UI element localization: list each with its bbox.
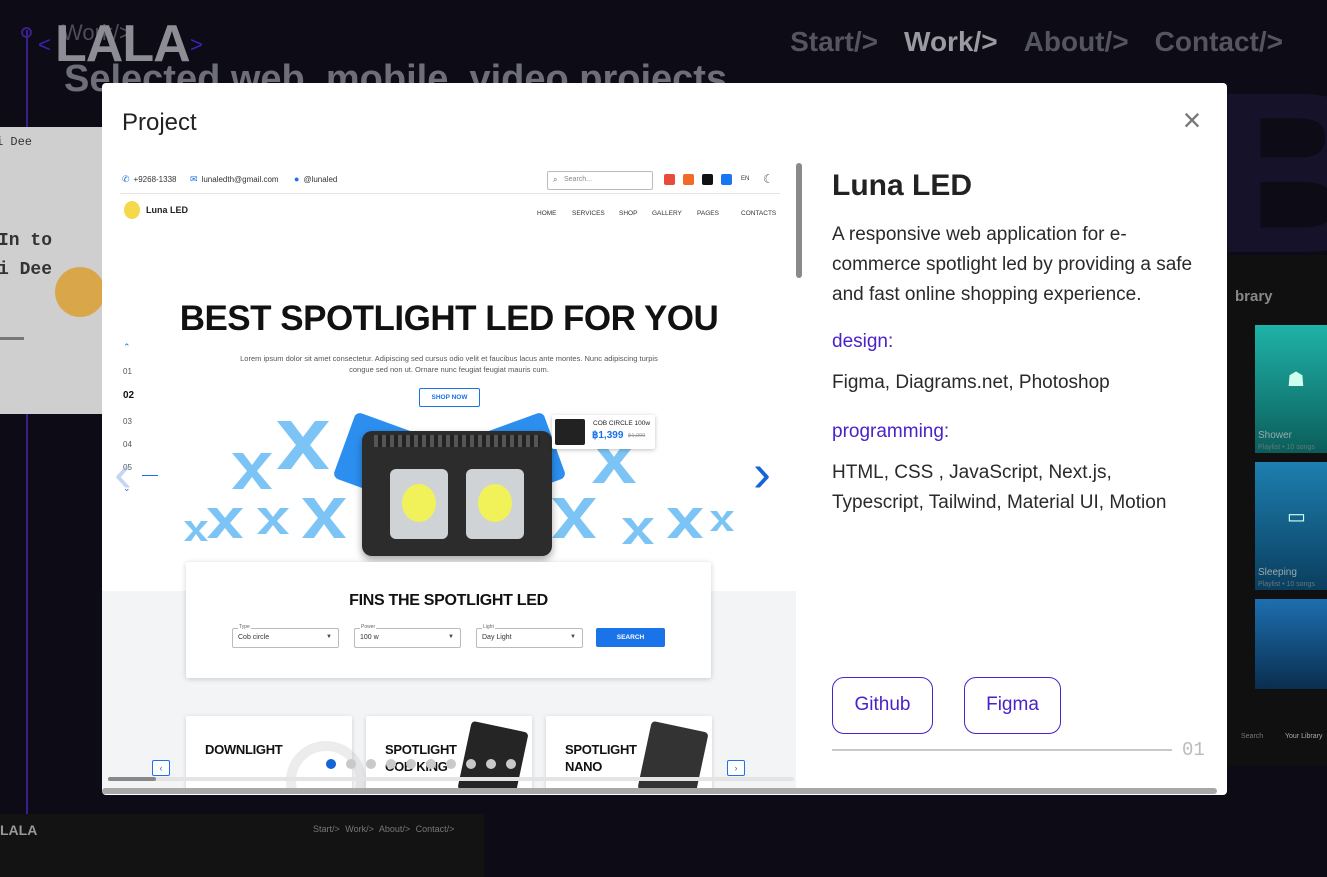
left-card-illustration [55, 267, 104, 317]
shower-icon: ☗ [1287, 369, 1305, 391]
project-name: Luna LED [832, 169, 972, 202]
timeline-dot [21, 27, 32, 38]
site-hero-title: BEST SPOTLIGHT LED FOR YOU [179, 299, 719, 338]
project-modal: Project × ✆ +9268-1338 ✉ lunaledth@gmail.c… [102, 83, 1227, 795]
site-filter-light: Light Day Light ▼ [476, 624, 583, 648]
carousel-prev-button[interactable]: ‹ [114, 446, 132, 500]
figma-button[interactable]: Figma [964, 677, 1061, 734]
carousel-dot[interactable] [326, 759, 336, 769]
site-next-arrow: › [727, 760, 745, 776]
programming-label: programming: [832, 421, 950, 442]
site-menu-contacts: CONTACTS [741, 210, 777, 217]
logo-lt: < [38, 32, 51, 57]
site-lang: EN [741, 176, 750, 182]
carousel-dot[interactable] [426, 759, 436, 769]
caret-down-icon: ▼ [448, 634, 454, 640]
site-shop-button: SHOP NOW [419, 388, 480, 407]
project-description: A responsive web application for e-comme… [832, 224, 1193, 305]
caret-down-icon: ▼ [570, 634, 576, 640]
search-icon: ⌕ [553, 175, 558, 184]
site-search-input: ⌕ Search... [547, 171, 653, 190]
right-card-tab-library: Your Library [1285, 733, 1323, 740]
left-card-heading: In to i Dee [0, 231, 53, 280]
site-menu-pages: PAGES [697, 210, 719, 217]
site-search-button: SEARCH [596, 628, 665, 647]
carousel-dot[interactable] [346, 759, 356, 769]
nav-contact[interactable]: Contact/> [1155, 26, 1283, 58]
site-topbar: ✆ +9268-1338 ✉ lunaledth@gmail.com ● @lunal… [102, 163, 796, 193]
site-menu-home: HOME [537, 210, 557, 217]
preview-horizontal-scroll-thumb[interactable] [108, 777, 156, 781]
preview-horizontal-scrollbar[interactable] [108, 777, 794, 781]
logo-gt: > [190, 32, 203, 57]
preview-vertical-scrollbar[interactable] [796, 163, 802, 278]
social-icon-2 [683, 174, 694, 185]
playlist-tile [1255, 599, 1327, 689]
site-hero-desc: Lorem ipsum dolor sit amet consectetur. … [240, 354, 658, 374]
site-menu-shop: SHOP [619, 210, 638, 217]
carousel-dots [326, 759, 516, 769]
carousel-dot[interactable] [446, 759, 456, 769]
background-project-card-bottom[interactable]: LALA Start/> Work/> About/> Contact/> [0, 814, 484, 877]
caret-down-icon: ▼ [326, 634, 332, 640]
bottom-card-logo: LALA [0, 822, 38, 838]
bottom-card-nav: Start/> Work/> About/> Contact/> [313, 824, 455, 834]
tiktok-icon [702, 174, 713, 185]
playlist-tile-sleeping: ▭ Sleeping Playlist • 10 songs [1255, 462, 1327, 590]
moon-icon: ☾ [763, 172, 774, 186]
programming-value: HTML, CSS , JavaScript, Next.js, Typescr… [832, 462, 1167, 513]
nav-work[interactable]: Work/> [904, 26, 998, 58]
bulb-icon [124, 201, 140, 219]
mail-icon: ✉ [190, 174, 198, 184]
background-project-card-right[interactable]: brary ☗ Shower Playlist • 10 songs ▭ Sle… [1227, 255, 1327, 765]
carousel-next-button[interactable]: › [753, 446, 771, 500]
carousel-dot[interactable] [486, 759, 496, 769]
site-find-card: FINS THE SPOTLIGHT LED Type Cob circle ▼ P… [186, 562, 711, 678]
site-menu-services: SERVICES [572, 210, 605, 217]
modal-title: Project [122, 109, 197, 136]
design-label: design: [832, 331, 894, 352]
project-preview-image: ✆ +9268-1338 ✉ lunaledth@gmail.com ● @lunal… [102, 163, 796, 788]
carousel-dot[interactable] [466, 759, 476, 769]
facebook-icon [721, 174, 732, 185]
project-index: 01 [1182, 739, 1205, 761]
carousel-dot[interactable] [406, 759, 416, 769]
site-prev-arrow: ‹ [152, 760, 170, 776]
carousel-dot[interactable] [506, 759, 516, 769]
phone-icon: ✆ [122, 174, 130, 184]
product-thumb [555, 419, 585, 445]
messenger-icon: ● [294, 174, 300, 184]
project-info-panel: Luna LED A responsive web application fo… [832, 83, 1212, 795]
site-hero-lamp [362, 431, 552, 556]
carousel-dot[interactable] [366, 759, 376, 769]
nav-start[interactable]: Start/> [790, 26, 878, 58]
carousel-dot[interactable] [386, 759, 396, 769]
github-button[interactable]: Github [832, 677, 933, 734]
site-find-title: FINS THE SPOTLIGHT LED [349, 592, 548, 609]
site-price-card: COB CIRCLE 100w ฿1,399 ฿1,999 [552, 415, 655, 449]
side-nav-item: 01 [123, 367, 132, 376]
playlist-tile-shower: ☗ Shower Playlist • 10 songs [1255, 325, 1327, 453]
site-phone: ✆ +9268-1338 [122, 174, 177, 184]
left-card-text: i Dee [0, 135, 33, 149]
chevron-up-icon: ⌃ [123, 342, 131, 352]
site-email: ✉ lunaledth@gmail.com [190, 174, 279, 184]
info-divider [832, 749, 1172, 751]
design-value: Figma, Diagrams.net, Photoshop [832, 372, 1110, 393]
background-project-card-left[interactable]: i Dee In toi Dee [0, 127, 104, 414]
site-filter-type: Type Cob circle ▼ [232, 624, 339, 648]
nav-about[interactable]: About/> [1024, 26, 1129, 58]
site-filter-power: Power 100 w ▼ [354, 624, 461, 648]
bed-icon: ▭ [1287, 506, 1306, 528]
left-card-bar [0, 337, 24, 340]
site-social: ● @lunaled [294, 174, 338, 184]
social-icon-1 [664, 174, 675, 185]
right-card-tab-search: Search [1241, 733, 1264, 740]
main-nav: Start/> Work/> About/> Contact/> [790, 26, 1283, 58]
site-divider [120, 193, 780, 194]
side-nav-item-active: 02 [123, 390, 135, 401]
right-card-header: brary [1235, 288, 1273, 305]
site-menu-gallery: GALLERY [652, 210, 682, 217]
site-brand: Luna LED [124, 201, 188, 219]
